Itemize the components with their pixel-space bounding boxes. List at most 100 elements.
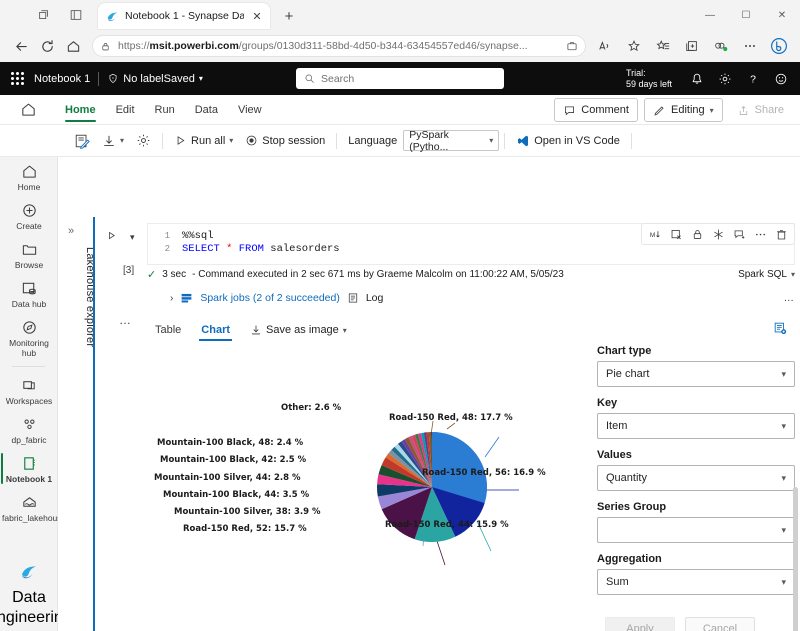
- notebook-edit-icon[interactable]: [68, 129, 96, 153]
- editing-mode-button[interactable]: Editing ▾: [644, 98, 723, 122]
- read-aloud-icon[interactable]: [592, 33, 618, 59]
- new-chart-icon[interactable]: [773, 321, 795, 340]
- chevron-down-icon[interactable]: ▾: [229, 136, 233, 145]
- open-in-vscode-button[interactable]: Open in VS Code: [510, 129, 626, 153]
- stop-session-button[interactable]: Stop session: [239, 129, 331, 153]
- tab-view[interactable]: View: [229, 95, 271, 125]
- sidebar-item-workspaces[interactable]: Workspaces: [0, 371, 58, 410]
- key-select[interactable]: Item ▾: [597, 413, 795, 439]
- comment-icon[interactable]: [730, 225, 748, 243]
- maximize-button[interactable]: ☐: [728, 0, 764, 30]
- sidebar-item-notebook-1[interactable]: Notebook 1: [0, 449, 58, 488]
- apply-button[interactable]: Apply: [605, 617, 675, 631]
- add-favorite-icon[interactable]: [621, 33, 647, 59]
- spark-jobs-label[interactable]: Spark jobs (2 of 2 succeeded): [200, 292, 340, 304]
- save-download-button[interactable]: ▾: [96, 129, 130, 153]
- cell-more-options-icon[interactable]: …: [119, 313, 132, 327]
- chevron-down-icon[interactable]: ▾: [791, 270, 795, 279]
- refresh-button[interactable]: [34, 33, 60, 59]
- canvas-scrollbar[interactable]: [793, 487, 798, 631]
- chevron-down-icon[interactable]: ▾: [343, 326, 347, 335]
- run-cell-icon[interactable]: [106, 230, 117, 244]
- browser-tab[interactable]: Notebook 1 - Synapse Data Eng ✕: [98, 3, 270, 29]
- sensitivity-label[interactable]: No labelSaved ▾: [99, 73, 203, 85]
- header-app-name[interactable]: Notebook 1: [34, 73, 98, 85]
- tab-data[interactable]: Data: [186, 95, 227, 125]
- global-search-box[interactable]: Search: [296, 68, 504, 89]
- sidebar-item-create[interactable]: Create: [0, 196, 58, 235]
- delete-cell-icon[interactable]: [772, 225, 790, 243]
- lock-icon[interactable]: [688, 225, 706, 243]
- browser-more-icon[interactable]: [737, 33, 763, 59]
- favorites-list-icon[interactable]: [650, 33, 676, 59]
- jobs-more-icon[interactable]: …: [784, 292, 796, 304]
- sidebar-item-dp-fabric[interactable]: dp_fabric: [0, 410, 58, 449]
- close-tab-icon[interactable]: ✕: [250, 9, 264, 23]
- briefcase-icon[interactable]: [566, 40, 578, 52]
- sidebar-item-monitoring-hub[interactable]: Monitoring hub: [0, 313, 58, 362]
- expand-panel-icon[interactable]: »: [68, 225, 74, 237]
- sidebar-item-data-hub[interactable]: Data hub: [0, 274, 58, 313]
- tab-run[interactable]: Run: [146, 95, 184, 125]
- rail-divider: [12, 366, 45, 367]
- collections-icon[interactable]: [679, 33, 705, 59]
- share-button[interactable]: Share: [729, 98, 792, 122]
- rail-product-switcher[interactable]: Data Engineering: [0, 563, 58, 627]
- values-select[interactable]: Quantity ▾: [597, 465, 795, 491]
- minimize-button[interactable]: —: [692, 0, 728, 30]
- home-button[interactable]: [60, 33, 86, 59]
- comment-button[interactable]: Comment: [554, 98, 638, 122]
- run-cell-chevron-icon[interactable]: ▾: [130, 232, 135, 243]
- tab-table[interactable]: Table: [147, 317, 189, 343]
- clear-output-icon[interactable]: [667, 225, 685, 243]
- notifications-bell-icon[interactable]: [684, 66, 710, 92]
- run-all-button[interactable]: Run all ▾: [168, 129, 239, 153]
- freeze-icon[interactable]: [709, 225, 727, 243]
- chevron-down-icon[interactable]: ▾: [710, 106, 714, 115]
- chart-visualization-region: Other: 2.6 % Road-150 Red, 48: 17.7 % Ro…: [147, 345, 795, 625]
- code-editor[interactable]: M: [147, 223, 795, 265]
- aggregation-select[interactable]: Sum ▾: [597, 569, 795, 595]
- expand-jobs-icon[interactable]: ›: [170, 293, 173, 304]
- sidebar-item-fabric-lakehouse[interactable]: fabric_lakehouse: [0, 488, 58, 527]
- browser-essentials-icon[interactable]: [708, 33, 734, 59]
- cancel-button[interactable]: Cancel: [685, 617, 755, 631]
- ribbon-home-icon[interactable]: [0, 101, 56, 118]
- pie-label-mountain100black-42: Mountain-100 Black, 42: 2.5 %: [160, 455, 306, 465]
- back-button[interactable]: [8, 33, 34, 59]
- lakehouse-explorer-panel[interactable]: » Lakehouse explorer: [58, 217, 94, 631]
- bing-copilot-icon[interactable]: [766, 33, 792, 59]
- log-label[interactable]: Log: [366, 292, 384, 304]
- lock-icon: [100, 41, 111, 52]
- home-icon: [20, 162, 38, 180]
- notebook-settings-icon[interactable]: [130, 129, 157, 153]
- address-bar[interactable]: https://msit.powerbi.com/groups/0130d311…: [92, 35, 586, 57]
- settings-gear-icon[interactable]: [712, 66, 738, 92]
- workspaces-cube-icon[interactable]: [36, 7, 52, 23]
- navbar-actions: [592, 33, 792, 59]
- cell-more-icon[interactable]: [751, 225, 769, 243]
- markdown-convert-icon[interactable]: M: [646, 225, 664, 243]
- help-icon[interactable]: ?: [740, 66, 766, 92]
- split-screen-icon[interactable]: [68, 7, 84, 23]
- series-group-select[interactable]: ▾: [597, 517, 795, 543]
- tab-edit[interactable]: Edit: [107, 95, 144, 125]
- feedback-smiley-icon[interactable]: [768, 66, 794, 92]
- tab-home[interactable]: Home: [56, 95, 105, 125]
- chevron-down-icon[interactable]: ▾: [120, 136, 124, 145]
- sidebar-item-home[interactable]: Home: [0, 157, 58, 196]
- cell-language-indicator[interactable]: Spark SQL ▾: [738, 269, 795, 280]
- share-icon: [737, 104, 750, 117]
- sidebar-item-browse[interactable]: Browse: [0, 235, 58, 274]
- pie-label-mountain100silver-38: Mountain-100 Silver, 38: 3.9 %: [174, 507, 321, 517]
- language-select[interactable]: PySpark (Pytho... ▾: [403, 130, 499, 151]
- language-label: Language: [342, 129, 403, 153]
- save-as-image-button[interactable]: Save as image ▾: [242, 324, 347, 336]
- tab-chart[interactable]: Chart: [193, 317, 238, 343]
- pie-label-road150red-44: Road-150 Red, 44: 15.9 %: [385, 520, 509, 530]
- chevron-down-icon[interactable]: ▾: [199, 74, 203, 83]
- app-launcher-icon[interactable]: [0, 72, 34, 85]
- new-tab-button[interactable]: +: [280, 7, 298, 25]
- close-window-button[interactable]: ✕: [764, 0, 800, 30]
- chart-type-select[interactable]: Pie chart ▾: [597, 361, 795, 387]
